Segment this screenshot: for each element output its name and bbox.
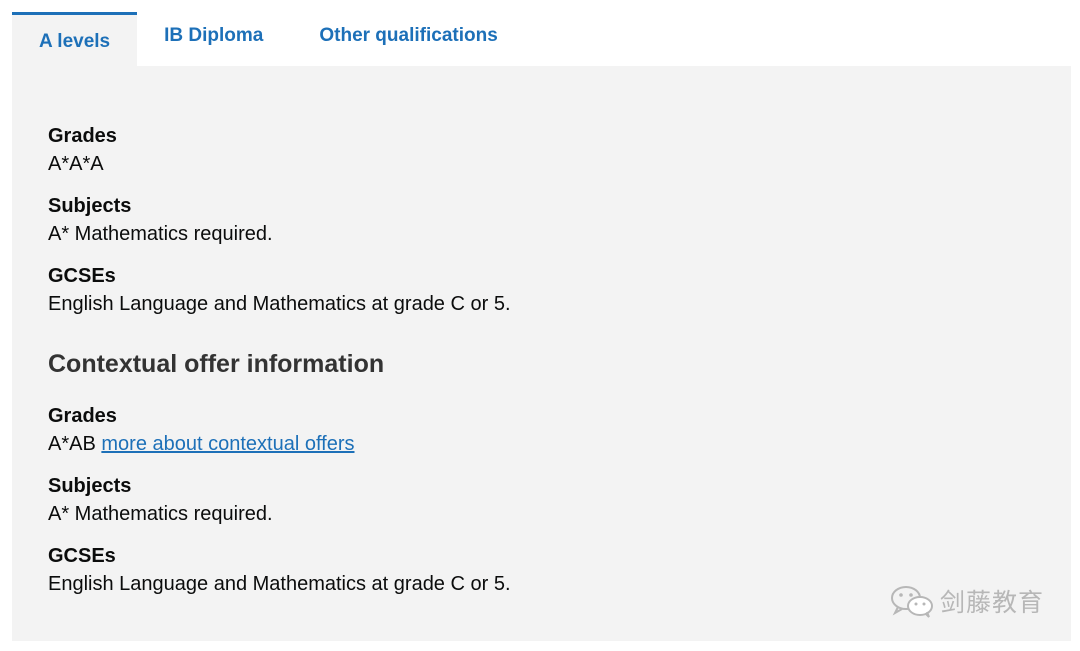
contextual-grades-row: A*AB more about contextual offers [48, 430, 511, 458]
contextual-gcses-value: English Language and Mathematics at grad… [48, 573, 511, 595]
entry-requirements: Grades A*A*A Subjects A* Mathematics req… [48, 122, 511, 598]
subjects-label: Subjects [48, 195, 132, 217]
watermark-text: 剑藤教育 [940, 588, 1045, 617]
page: A levels IB Diploma Other qualifications… [0, 0, 1080, 651]
tab-ib-diploma[interactable]: IB Diploma [137, 12, 291, 66]
contextual-subjects-value: A* Mathematics required. [48, 503, 273, 525]
watermark: 剑藤教育 [890, 583, 1044, 619]
contextual-offers-link[interactable]: more about contextual offers [101, 433, 354, 455]
tab-a-levels[interactable]: A levels [12, 12, 138, 66]
gcses-label: GCSEs [48, 265, 116, 287]
grades-label: Grades [48, 125, 117, 147]
contextual-offer-heading: Contextual offer information [48, 350, 385, 378]
contextual-grades-label: Grades [48, 405, 117, 427]
contextual-grades-value: A*AB [48, 433, 96, 455]
contextual-subjects-label: Subjects [48, 475, 132, 497]
subjects-value: A* Mathematics required. [48, 223, 273, 245]
tab-panel: Grades A*A*A Subjects A* Mathematics req… [12, 66, 1071, 641]
contextual-gcses-label: GCSEs [48, 545, 116, 567]
grades-value: A*A*A [48, 153, 104, 175]
gcses-value: English Language and Mathematics at grad… [48, 293, 511, 315]
tab-other-qualifications[interactable]: Other qualifications [291, 12, 525, 66]
wechat-icon [891, 586, 933, 618]
qualification-tabs: A levels IB Diploma Other qualifications [12, 12, 526, 66]
